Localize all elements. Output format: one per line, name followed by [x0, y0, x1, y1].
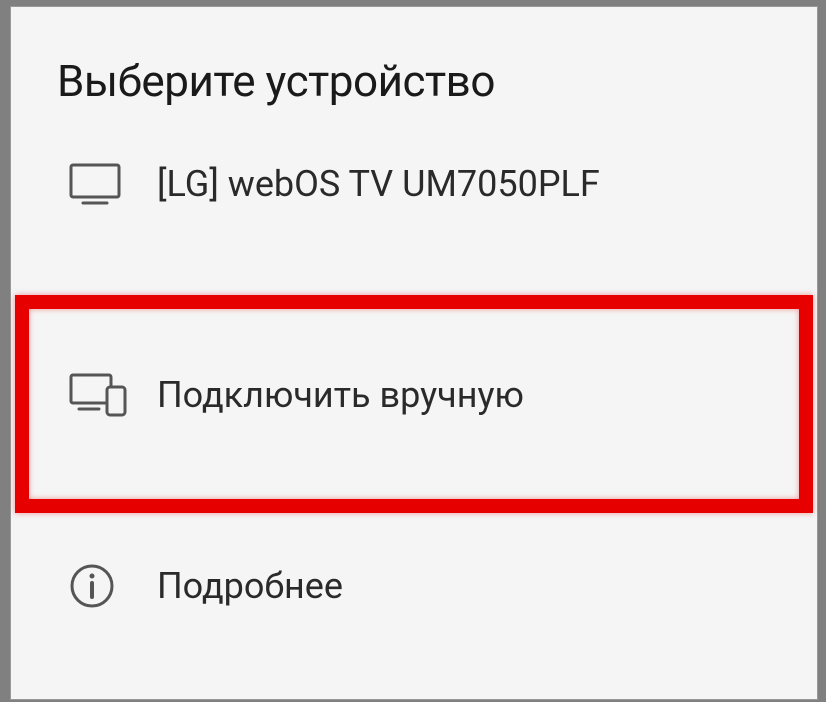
- tv-icon: [69, 163, 131, 205]
- connect-manually-item[interactable]: Подключить вручную: [11, 325, 817, 465]
- more-info-item[interactable]: Подробнее: [11, 531, 817, 641]
- info-icon: [69, 563, 131, 609]
- device-item-label: [LG] webOS TV UM7050PLF: [157, 163, 600, 205]
- device-picker-dialog: Выберите устройство [LG] webOS TV UM7050…: [10, 6, 818, 700]
- device-item-lg-tv[interactable]: [LG] webOS TV UM7050PLF: [11, 143, 817, 241]
- more-info-label: Подробнее: [157, 565, 343, 607]
- connect-manually-label: Подключить вручную: [157, 374, 524, 416]
- devices-icon: [69, 373, 131, 417]
- dialog-title: Выберите устройство: [11, 7, 817, 143]
